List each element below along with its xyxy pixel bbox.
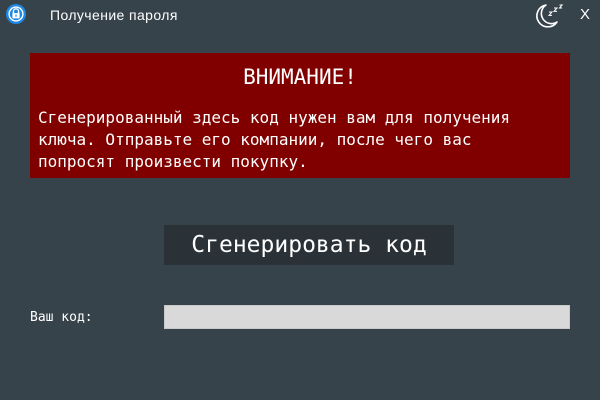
generate-code-button[interactable]: Сгенерировать код xyxy=(164,225,454,265)
code-label: Ваш код: xyxy=(30,310,93,325)
close-button[interactable]: X xyxy=(578,5,592,25)
warning-text: Сгенерированный здесь код нужен вам для … xyxy=(38,108,511,171)
app-logo-icon xyxy=(5,3,27,25)
sleep-toggle-button[interactable] xyxy=(533,2,567,30)
warning-banner: ВНИМАНИЕ! Сгенерированный здесь код нуже… xyxy=(30,53,570,178)
code-input[interactable] xyxy=(164,305,570,329)
window-title: Получение пароля xyxy=(50,7,178,23)
moon-sleep-icon xyxy=(536,4,564,28)
warning-heading: ВНИМАНИЕ! xyxy=(243,65,357,89)
